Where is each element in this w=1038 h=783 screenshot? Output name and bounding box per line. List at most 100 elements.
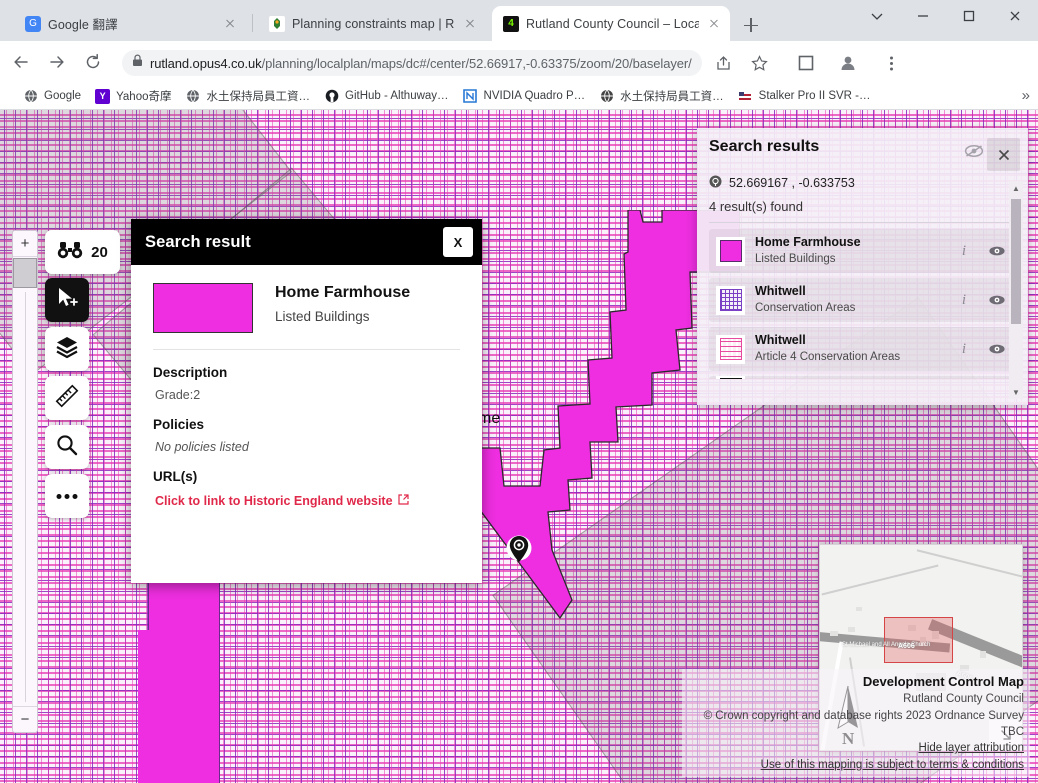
result-swatch: [716, 236, 745, 266]
bookmark-label: Stalker Pro II SVR -…: [758, 90, 871, 102]
eye-icon[interactable]: [984, 294, 1010, 306]
browser-tab-1[interactable]: Planning constraints map | Rutl: [258, 6, 486, 41]
bookmark-star-icon[interactable]: [746, 50, 772, 76]
bookmark-item[interactable]: 水土保持局員工資…: [179, 85, 318, 107]
tab-close-icon[interactable]: [222, 16, 238, 32]
maximize-icon[interactable]: [946, 0, 992, 32]
cursor-add-icon: [55, 286, 79, 315]
search-results-list[interactable]: Home Farmhouse Listed Buildings i Whitwe…: [709, 229, 1016, 379]
select-tool-button[interactable]: [45, 278, 89, 322]
historic-england-link[interactable]: Click to link to Historic England websit…: [153, 494, 460, 508]
close-window-icon[interactable]: [992, 0, 1038, 32]
info-icon[interactable]: i: [954, 341, 974, 358]
github-icon: [324, 89, 339, 104]
map-attribution: Development Control Map Rutland County C…: [682, 668, 1030, 777]
browser-tab-0[interactable]: G Google 翻譯: [14, 6, 246, 41]
hide-layer-attribution-link[interactable]: Hide layer attribution: [688, 740, 1024, 756]
search-result-close-button[interactable]: X: [443, 227, 473, 257]
zoom-slider[interactable]: + −: [12, 230, 38, 733]
search-results-panel: Search results 52.669167 , -0.633753 4 r…: [697, 128, 1028, 405]
scrollbar-thumb[interactable]: [1011, 199, 1021, 324]
back-icon[interactable]: [6, 47, 36, 77]
feature-category: Listed Buildings: [275, 309, 370, 324]
search-results-coordinates: 52.669167 , -0.633753: [697, 171, 1028, 191]
tab-close-icon[interactable]: [706, 16, 722, 32]
chrome-menu-icon[interactable]: [878, 50, 904, 76]
bookmark-label: Yahoo奇摩: [116, 91, 172, 103]
reload-icon[interactable]: [78, 47, 108, 77]
location-pin-icon: [709, 175, 722, 191]
bookmark-item[interactable]: NVIDIA Quadro P…: [456, 85, 593, 107]
zoom-in-button[interactable]: +: [13, 231, 37, 257]
tab-close-icon[interactable]: [462, 16, 478, 32]
bookmark-label: 水土保持局員工資…: [620, 91, 724, 103]
profile-avatar[interactable]: [835, 50, 861, 76]
zoom-out-button[interactable]: −: [13, 706, 37, 732]
search-result-list-item[interactable]: Whitwell Conservation Areas i: [709, 278, 1016, 322]
policies-heading: Policies: [153, 417, 205, 432]
coordinates-value: 52.669167 , -0.633753: [729, 176, 855, 190]
browser-tab-label: Google 翻譯: [48, 18, 118, 32]
measure-button[interactable]: [45, 376, 89, 420]
ruler-icon: [55, 384, 79, 413]
globe-icon: [186, 89, 201, 104]
zoom-slider-track[interactable]: [24, 292, 26, 702]
info-icon[interactable]: i: [954, 243, 974, 260]
scroll-down-arrow-icon[interactable]: ▼: [1009, 385, 1023, 399]
bookmark-item[interactable]: Y Yahoo奇摩: [88, 85, 178, 107]
more-options-button[interactable]: [45, 474, 89, 518]
browser-tab-strip: G Google 翻譯 Planning constraints map | R…: [0, 0, 1038, 41]
minimize-icon[interactable]: [900, 0, 946, 32]
urls-heading: URL(s): [153, 469, 198, 484]
new-tab-button[interactable]: [738, 12, 764, 38]
tab-search-chevron-icon[interactable]: [854, 0, 900, 32]
result-swatch: [716, 334, 745, 364]
policies-text: No policies listed: [155, 440, 249, 454]
zoom-level-indicator[interactable]: 20: [45, 230, 120, 274]
search-results-scrollbar[interactable]: ▲ ▼: [1009, 181, 1023, 399]
bookmark-label: Google: [44, 90, 82, 102]
search-result-feature-header: Home Farmhouse Listed Buildings: [153, 283, 460, 333]
info-icon[interactable]: i: [954, 292, 974, 309]
sidepanel-icon[interactable]: [793, 50, 819, 76]
forward-icon[interactable]: [42, 47, 72, 77]
browser-tab-label: Rutland County Council – Local: [526, 16, 699, 31]
feature-color-swatch: [153, 283, 253, 333]
bookmark-item[interactable]: GitHub - Althuway…: [317, 85, 456, 107]
address-bar[interactable]: rutland.opus4.co.uk/planning/localplan/m…: [122, 50, 702, 76]
attribution-line: TBC: [1001, 726, 1024, 739]
result-swatch: [716, 285, 745, 315]
overview-viewport-rect: [884, 617, 953, 663]
globe-icon: [599, 89, 614, 104]
result-name: Home Farmhouse: [755, 235, 861, 250]
overview-place-label: St Michael and All Angels Church: [842, 642, 931, 648]
divider: [709, 222, 1016, 223]
close-icon[interactable]: [987, 138, 1020, 171]
bookmark-item[interactable]: Google: [16, 85, 88, 107]
overview-building: [856, 607, 862, 611]
solid-magenta-swatch: [719, 240, 742, 262]
search-result-list-item[interactable]: Whitwell Article 4 Conservation Areas i: [709, 327, 1016, 371]
search-result-list-item[interactable]: Home Farmhouse Listed Buildings i: [709, 229, 1016, 273]
bookmarks-overflow-icon[interactable]: »: [1022, 87, 1030, 104]
eye-icon[interactable]: [984, 245, 1010, 257]
divider: [153, 349, 460, 350]
terms-conditions-link[interactable]: Use of this mapping is subject to terms …: [688, 757, 1024, 773]
attribution-title: Development Control Map: [862, 673, 1024, 689]
url-text: rutland.opus4.co.uk/planning/localplan/m…: [150, 56, 692, 71]
scroll-up-arrow-icon[interactable]: ▲: [1009, 181, 1023, 195]
browser-tab-2[interactable]: 4 Rutland County Council – Local: [492, 6, 730, 41]
search-results-title: Search results: [709, 138, 820, 155]
attribution-line: Rutland County Council: [903, 693, 1024, 706]
share-icon[interactable]: [710, 50, 736, 76]
search-result-list-item[interactable]: Whitwell i: [709, 376, 1016, 379]
search-button[interactable]: [45, 425, 89, 469]
bookmark-item[interactable]: 水土保持局員工資…: [592, 85, 731, 107]
layers-button[interactable]: [45, 327, 89, 371]
magenta-band-polygon: [148, 580, 220, 783]
eye-slash-icon[interactable]: [961, 138, 987, 164]
location-pin-icon[interactable]: [506, 534, 532, 564]
eye-icon[interactable]: [984, 343, 1010, 355]
zoom-slider-thumb[interactable]: [13, 258, 37, 288]
bookmark-item[interactable]: Stalker Pro II SVR -…: [731, 85, 878, 107]
